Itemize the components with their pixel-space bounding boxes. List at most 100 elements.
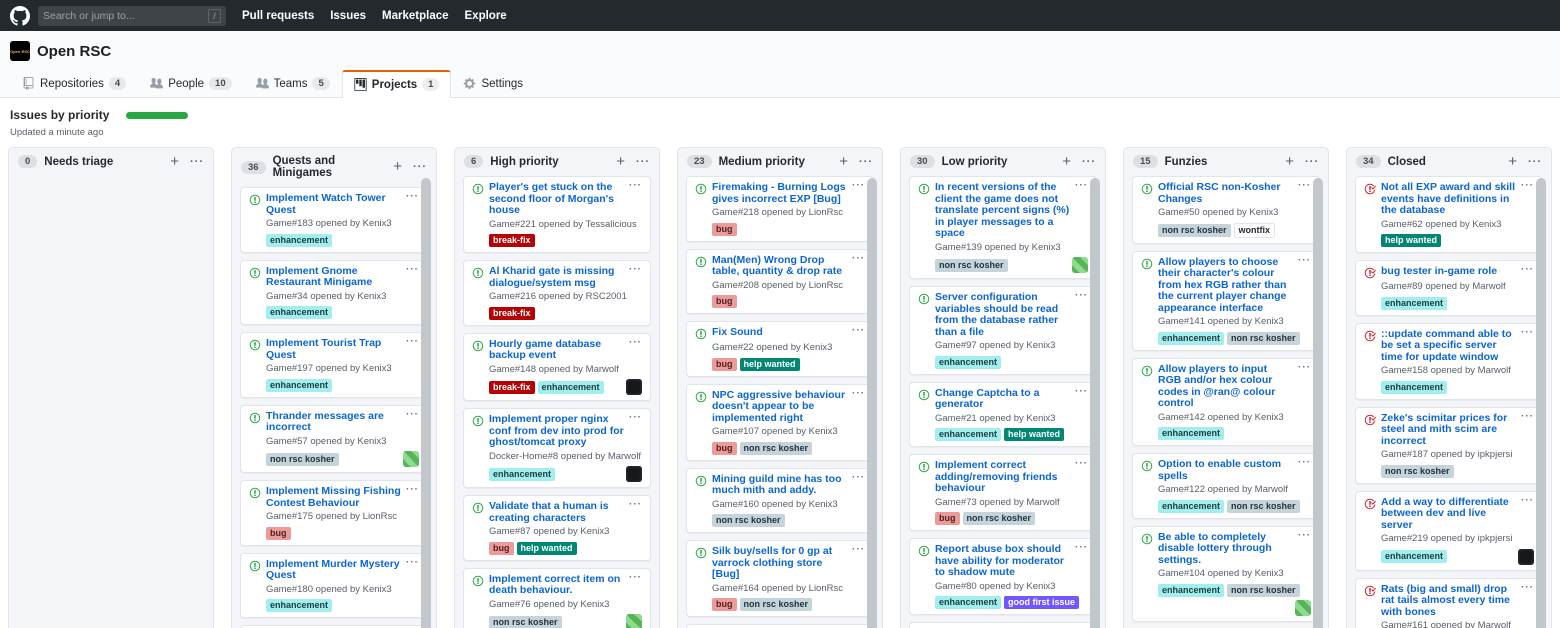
assignee-avatar[interactable] [626, 379, 642, 395]
column-menu-button[interactable]: ··· [1082, 156, 1096, 168]
card-menu-button[interactable]: ··· [1075, 292, 1088, 338]
org-name[interactable]: Open RSC [37, 43, 111, 60]
issue-title-link[interactable]: Official RSC non-Kosher Changes [1158, 182, 1293, 205]
card-menu-button[interactable]: ··· [406, 486, 419, 509]
issue-card[interactable]: Firemaking - Burning Logs gives incorrec… [686, 176, 874, 242]
issue-title-link[interactable]: Zeke's scimitar prices for steel and mit… [1381, 413, 1516, 448]
tab-repositories[interactable]: Repositories4 [10, 70, 138, 97]
column-scrollbar[interactable] [867, 178, 877, 628]
issue-card[interactable]: Not all EXP award and skill events have … [1355, 176, 1543, 253]
issue-card[interactable]: Validate that a human is creating charac… [463, 495, 651, 561]
column-scrollbar[interactable] [421, 178, 431, 628]
card-menu-button[interactable]: ··· [852, 182, 865, 205]
tab-projects[interactable]: Projects1 [342, 70, 452, 98]
card-menu-button[interactable]: ··· [629, 339, 642, 362]
add-card-button[interactable]: + [393, 162, 402, 172]
card-menu-button[interactable]: ··· [406, 338, 419, 361]
column-scrollbar[interactable] [1090, 178, 1100, 628]
assignee-avatar[interactable] [626, 614, 642, 628]
issue-title-link[interactable]: Implement Murder Mystery Quest [266, 559, 401, 582]
tab-settings[interactable]: Settings [451, 70, 535, 97]
issue-title-link[interactable]: Firemaking - Burning Logs gives incorrec… [712, 182, 847, 205]
column-menu-button[interactable]: ··· [636, 156, 650, 168]
issue-card[interactable]: Zeke's scimitar prices for steel and mit… [1355, 407, 1543, 484]
issue-card[interactable]: Silk buy/sells for 0 gp at varrock cloth… [686, 540, 874, 617]
issue-title-link[interactable]: Man(Men) Wrong Drop table, quantity & dr… [712, 255, 847, 278]
add-card-button[interactable]: + [170, 157, 179, 167]
card-menu-button[interactable]: ··· [1075, 460, 1088, 495]
column-menu-button[interactable]: ··· [1528, 156, 1542, 168]
issue-title-link[interactable]: Allow players to input RGB and/or hex co… [1158, 364, 1293, 410]
issue-card[interactable]: Implement Murder Mystery Quest···Game#18… [240, 553, 428, 619]
column-scrollbar[interactable] [1313, 178, 1323, 628]
issue-title-link[interactable]: Change Captcha to a generator [935, 388, 1070, 411]
column-menu-button[interactable]: ··· [859, 156, 873, 168]
issue-card[interactable]: Implement proper nginx conf from dev int… [463, 408, 651, 488]
column-menu-button[interactable]: ··· [1305, 156, 1319, 168]
card-menu-button[interactable]: ··· [1521, 584, 1534, 619]
issue-card[interactable]: Be able to completely disable lottery th… [1132, 526, 1320, 622]
card-menu-button[interactable]: ··· [1521, 182, 1534, 217]
column-menu-button[interactable]: ··· [413, 161, 427, 173]
issue-title-link[interactable]: Rats (big and small) drop rat tails almo… [1381, 584, 1516, 619]
assignee-avatar[interactable] [1072, 257, 1088, 273]
issue-card[interactable]: Man(Men) Wrong Drop table, quantity & dr… [686, 249, 874, 315]
card-menu-button[interactable]: ··· [406, 193, 419, 216]
add-card-button[interactable]: + [1508, 157, 1517, 167]
issue-title-link[interactable]: Implement Tourist Trap Quest [266, 338, 401, 361]
card-menu-button[interactable]: ··· [1298, 459, 1311, 482]
github-logo-icon[interactable] [10, 6, 30, 26]
card-menu-button[interactable]: ··· [406, 559, 419, 582]
tab-people[interactable]: People10 [138, 70, 243, 97]
add-card-button[interactable]: + [616, 157, 625, 167]
issue-card[interactable]: NPC aggressive behaviour doesn't appear … [686, 384, 874, 461]
card-menu-button[interactable]: ··· [629, 414, 642, 449]
issue-title-link[interactable]: In recent versions of the client the gam… [935, 182, 1070, 240]
issue-title-link[interactable]: Implement correct item on death behaviou… [489, 574, 624, 597]
card-menu-button[interactable]: ··· [1521, 413, 1534, 448]
issue-card[interactable]: Implement correct item on death behaviou… [463, 568, 651, 628]
issue-title-link[interactable]: Implement Missing Fishing Contest Behavi… [266, 486, 401, 509]
card-menu-button[interactable]: ··· [1521, 497, 1534, 532]
card-menu-button[interactable]: ··· [1075, 388, 1088, 411]
issue-card[interactable]: Al Kharid gate is missing dialogue/syste… [463, 260, 651, 326]
nav-link-pull-requests[interactable]: Pull requests [242, 10, 314, 22]
issue-card[interactable]: Official RSC non-Kosher Changes···Game#5… [1132, 176, 1320, 244]
card-menu-button[interactable]: ··· [629, 501, 642, 524]
card-menu-button[interactable]: ··· [629, 182, 642, 217]
project-title[interactable]: Issues by priority [10, 108, 109, 122]
search-input[interactable]: Search or jump to... / [38, 6, 226, 26]
issue-card[interactable]: Fix Sound···Game#22 opened by Kenix3bugh… [686, 321, 874, 377]
issue-title-link[interactable]: NPC aggressive behaviour doesn't appear … [712, 390, 847, 425]
nav-link-issues[interactable]: Issues [330, 10, 366, 22]
issue-card[interactable]: Report abuse box should have ability for… [909, 538, 1097, 615]
assignee-avatar[interactable] [626, 466, 642, 482]
card-menu-button[interactable]: ··· [1521, 329, 1534, 364]
issue-card[interactable]: Rats (big and small) drop rat tails almo… [1355, 578, 1543, 628]
column-menu-button[interactable]: ··· [190, 156, 204, 168]
issue-card[interactable]: Update Commands in CommandHandler.java··… [909, 622, 1097, 628]
card-menu-button[interactable]: ··· [629, 574, 642, 597]
issue-card[interactable]: Implement Watch Tower Quest···Game#183 o… [240, 187, 428, 253]
add-card-button[interactable]: + [1062, 157, 1071, 167]
card-menu-button[interactable]: ··· [1298, 364, 1311, 410]
issue-title-link[interactable]: Al Kharid gate is missing dialogue/syste… [489, 266, 624, 289]
issue-card[interactable]: Add a way to differentiate between dev a… [1355, 491, 1543, 571]
issue-card[interactable]: ::update command able to be set a specif… [1355, 323, 1543, 400]
issue-title-link[interactable]: Mining guild mine has too much mith and … [712, 474, 847, 497]
card-menu-button[interactable]: ··· [1298, 532, 1311, 567]
column-scrollbar[interactable] [1536, 178, 1546, 628]
issue-card[interactable]: Able to clean muddy guam at lvl 1 [Bug]·… [686, 624, 874, 628]
card-menu-button[interactable]: ··· [629, 266, 642, 289]
card-menu-button[interactable]: ··· [406, 266, 419, 289]
issue-card[interactable]: Allow players to choose their character'… [1132, 251, 1320, 351]
issue-card[interactable]: Change Captcha to a generator···Game#21 … [909, 382, 1097, 448]
issue-card[interactable]: Hourly game database backup event···Game… [463, 333, 651, 402]
card-menu-button[interactable]: ··· [1298, 182, 1311, 205]
card-menu-button[interactable]: ··· [1075, 182, 1088, 240]
issue-card[interactable]: Player's get stuck on the second floor o… [463, 176, 651, 253]
issue-title-link[interactable]: ::update command able to be set a specif… [1381, 329, 1516, 364]
issue-title-link[interactable]: Server configuration variables should be… [935, 292, 1070, 338]
issue-card[interactable]: Option to enable custom spells···Game#12… [1132, 453, 1320, 519]
add-card-button[interactable]: + [839, 157, 848, 167]
